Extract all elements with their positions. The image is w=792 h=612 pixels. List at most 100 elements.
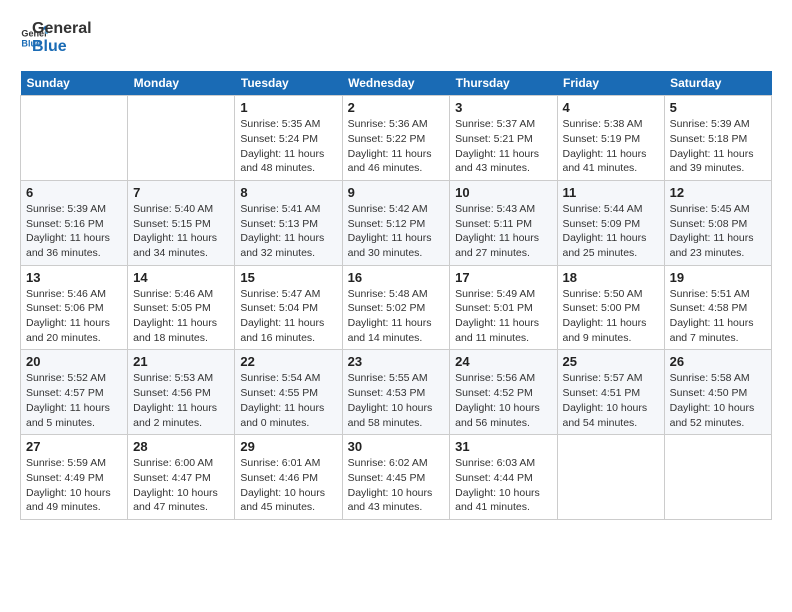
day-number: 8 bbox=[240, 185, 336, 200]
day-number: 12 bbox=[670, 185, 766, 200]
calendar-cell: 25 Sunrise: 5:57 AM Sunset: 4:51 PM Dayli… bbox=[557, 350, 664, 435]
calendar-cell: 5 Sunrise: 5:39 AM Sunset: 5:18 PM Daylig… bbox=[664, 96, 771, 181]
day-info: Sunrise: 5:45 AM Sunset: 5:08 PM Dayligh… bbox=[670, 202, 766, 261]
day-number: 25 bbox=[563, 354, 659, 369]
day-number: 16 bbox=[348, 270, 445, 285]
day-info: Sunrise: 5:52 AM Sunset: 4:57 PM Dayligh… bbox=[26, 371, 122, 430]
calendar-cell: 2Sunrise: 5:36 AM Sunset: 5:22 PM Daylig… bbox=[342, 96, 450, 181]
day-number: 18 bbox=[563, 270, 659, 285]
calendar-cell: 21Sunrise: 5:53 AM Sunset: 4:56 PM Dayli… bbox=[128, 350, 235, 435]
day-number: 29 bbox=[240, 439, 336, 454]
day-info: Sunrise: 5:39 AM Sunset: 5:18 PM Dayligh… bbox=[670, 117, 766, 176]
day-number: 20 bbox=[26, 354, 122, 369]
calendar-cell: 11 Sunrise: 5:44 AM Sunset: 5:09 PM Dayli… bbox=[557, 180, 664, 265]
calendar-cell: 18 Sunrise: 5:50 AM Sunset: 5:00 PM Dayli… bbox=[557, 265, 664, 350]
calendar-cell bbox=[557, 435, 664, 520]
calendar-cell: 31Sunrise: 6:03 AM Sunset: 4:44 PM Dayli… bbox=[450, 435, 557, 520]
day-info: Sunrise: 5:48 AM Sunset: 5:02 PM Dayligh… bbox=[348, 287, 445, 346]
weekday-header-friday: Friday bbox=[557, 71, 664, 96]
calendar-cell: 19Sunrise: 5:51 AM Sunset: 4:58 PM Dayli… bbox=[664, 265, 771, 350]
week-row-1: 1Sunrise: 5:35 AM Sunset: 5:24 PM Daylig… bbox=[21, 96, 772, 181]
calendar-cell: 7 Sunrise: 5:40 AM Sunset: 5:15 PM Daylig… bbox=[128, 180, 235, 265]
day-number: 1 bbox=[240, 100, 336, 115]
day-info: Sunrise: 5:40 AM Sunset: 5:15 PM Dayligh… bbox=[133, 202, 229, 261]
day-info: Sunrise: 5:55 AM Sunset: 4:53 PM Dayligh… bbox=[348, 371, 445, 430]
calendar-cell: 23 Sunrise: 5:55 AM Sunset: 4:53 PM Dayli… bbox=[342, 350, 450, 435]
day-number: 6 bbox=[26, 185, 122, 200]
logo-general: General bbox=[32, 20, 92, 38]
day-info: Sunrise: 5:47 AM Sunset: 5:04 PM Dayligh… bbox=[240, 287, 336, 346]
day-number: 10 bbox=[455, 185, 551, 200]
weekday-header-tuesday: Tuesday bbox=[235, 71, 342, 96]
calendar-cell: 1Sunrise: 5:35 AM Sunset: 5:24 PM Daylig… bbox=[235, 96, 342, 181]
calendar-cell bbox=[128, 96, 235, 181]
calendar-cell bbox=[664, 435, 771, 520]
calendar-cell: 3 Sunrise: 5:37 AM Sunset: 5:21 PM Daylig… bbox=[450, 96, 557, 181]
day-number: 4 bbox=[563, 100, 659, 115]
calendar-cell: 29 Sunrise: 6:01 AM Sunset: 4:46 PM Dayli… bbox=[235, 435, 342, 520]
calendar-table: SundayMondayTuesdayWednesdayThursdayFrid… bbox=[20, 71, 772, 520]
day-info: Sunrise: 5:36 AM Sunset: 5:22 PM Dayligh… bbox=[348, 117, 445, 176]
calendar-cell: 17 Sunrise: 5:49 AM Sunset: 5:01 PM Dayli… bbox=[450, 265, 557, 350]
calendar-cell: 22 Sunrise: 5:54 AM Sunset: 4:55 PM Dayli… bbox=[235, 350, 342, 435]
day-number: 14 bbox=[133, 270, 229, 285]
day-info: Sunrise: 5:44 AM Sunset: 5:09 PM Dayligh… bbox=[563, 202, 659, 261]
calendar-cell: 27 Sunrise: 5:59 AM Sunset: 4:49 PM Dayli… bbox=[21, 435, 128, 520]
day-number: 5 bbox=[670, 100, 766, 115]
calendar-cell: 30 Sunrise: 6:02 AM Sunset: 4:45 PM Dayli… bbox=[342, 435, 450, 520]
day-number: 15 bbox=[240, 270, 336, 285]
day-info: Sunrise: 5:42 AM Sunset: 5:12 PM Dayligh… bbox=[348, 202, 445, 261]
day-number: 19 bbox=[670, 270, 766, 285]
day-info: Sunrise: 5:39 AM Sunset: 5:16 PM Dayligh… bbox=[26, 202, 122, 261]
weekday-header-sunday: Sunday bbox=[21, 71, 128, 96]
calendar-cell: 6 Sunrise: 5:39 AM Sunset: 5:16 PM Daylig… bbox=[21, 180, 128, 265]
calendar-cell: 16 Sunrise: 5:48 AM Sunset: 5:02 PM Dayli… bbox=[342, 265, 450, 350]
day-info: Sunrise: 5:57 AM Sunset: 4:51 PM Dayligh… bbox=[563, 371, 659, 430]
weekday-header-wednesday: Wednesday bbox=[342, 71, 450, 96]
day-number: 22 bbox=[240, 354, 336, 369]
calendar-cell: 8 Sunrise: 5:41 AM Sunset: 5:13 PM Daylig… bbox=[235, 180, 342, 265]
day-info: Sunrise: 5:46 AM Sunset: 5:06 PM Dayligh… bbox=[26, 287, 122, 346]
day-info: Sunrise: 5:41 AM Sunset: 5:13 PM Dayligh… bbox=[240, 202, 336, 261]
calendar-cell bbox=[21, 96, 128, 181]
day-info: Sunrise: 5:59 AM Sunset: 4:49 PM Dayligh… bbox=[26, 456, 122, 515]
calendar-cell: 15 Sunrise: 5:47 AM Sunset: 5:04 PM Dayli… bbox=[235, 265, 342, 350]
calendar-cell: 12 Sunrise: 5:45 AM Sunset: 5:08 PM Dayli… bbox=[664, 180, 771, 265]
day-info: Sunrise: 5:54 AM Sunset: 4:55 PM Dayligh… bbox=[240, 371, 336, 430]
calendar-cell: 26Sunrise: 5:58 AM Sunset: 4:50 PM Dayli… bbox=[664, 350, 771, 435]
day-number: 23 bbox=[348, 354, 445, 369]
week-row-2: 6 Sunrise: 5:39 AM Sunset: 5:16 PM Daylig… bbox=[21, 180, 772, 265]
weekday-header-row: SundayMondayTuesdayWednesdayThursdayFrid… bbox=[21, 71, 772, 96]
week-row-4: 20 Sunrise: 5:52 AM Sunset: 4:57 PM Dayli… bbox=[21, 350, 772, 435]
day-info: Sunrise: 6:01 AM Sunset: 4:46 PM Dayligh… bbox=[240, 456, 336, 515]
calendar-cell: 13 Sunrise: 5:46 AM Sunset: 5:06 PM Dayli… bbox=[21, 265, 128, 350]
day-info: Sunrise: 5:58 AM Sunset: 4:50 PM Dayligh… bbox=[670, 371, 766, 430]
day-number: 13 bbox=[26, 270, 122, 285]
logo: General Blue General Blue bbox=[20, 20, 92, 55]
calendar-cell: 10Sunrise: 5:43 AM Sunset: 5:11 PM Dayli… bbox=[450, 180, 557, 265]
page-header: General Blue General Blue bbox=[20, 20, 772, 55]
day-info: Sunrise: 5:49 AM Sunset: 5:01 PM Dayligh… bbox=[455, 287, 551, 346]
day-number: 11 bbox=[563, 185, 659, 200]
day-number: 17 bbox=[455, 270, 551, 285]
calendar-cell: 9 Sunrise: 5:42 AM Sunset: 5:12 PM Daylig… bbox=[342, 180, 450, 265]
day-number: 30 bbox=[348, 439, 445, 454]
day-info: Sunrise: 5:37 AM Sunset: 5:21 PM Dayligh… bbox=[455, 117, 551, 176]
day-number: 27 bbox=[26, 439, 122, 454]
day-info: Sunrise: 5:50 AM Sunset: 5:00 PM Dayligh… bbox=[563, 287, 659, 346]
week-row-5: 27 Sunrise: 5:59 AM Sunset: 4:49 PM Dayli… bbox=[21, 435, 772, 520]
day-info: Sunrise: 6:00 AM Sunset: 4:47 PM Dayligh… bbox=[133, 456, 229, 515]
day-number: 9 bbox=[348, 185, 445, 200]
week-row-3: 13 Sunrise: 5:46 AM Sunset: 5:06 PM Dayli… bbox=[21, 265, 772, 350]
calendar-cell: 14 Sunrise: 5:46 AM Sunset: 5:05 PM Dayli… bbox=[128, 265, 235, 350]
day-info: Sunrise: 6:02 AM Sunset: 4:45 PM Dayligh… bbox=[348, 456, 445, 515]
day-number: 28 bbox=[133, 439, 229, 454]
weekday-header-thursday: Thursday bbox=[450, 71, 557, 96]
logo-blue: Blue bbox=[32, 38, 92, 56]
day-number: 21 bbox=[133, 354, 229, 369]
day-number: 7 bbox=[133, 185, 229, 200]
calendar-cell: 28 Sunrise: 6:00 AM Sunset: 4:47 PM Dayli… bbox=[128, 435, 235, 520]
weekday-header-monday: Monday bbox=[128, 71, 235, 96]
day-number: 3 bbox=[455, 100, 551, 115]
day-info: Sunrise: 5:46 AM Sunset: 5:05 PM Dayligh… bbox=[133, 287, 229, 346]
